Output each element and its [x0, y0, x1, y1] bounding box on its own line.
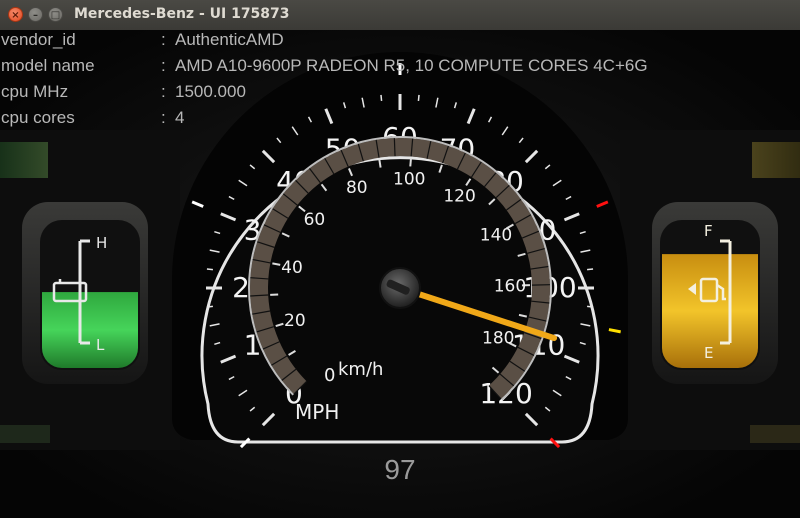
- window-title: Mercedes-Benz - UI 175873: [74, 6, 290, 22]
- cpu-cores-separator: :: [161, 108, 166, 127]
- kmh-label: 120: [443, 187, 475, 207]
- maximize-icon: □: [50, 10, 61, 21]
- kmh-label: 20: [284, 311, 306, 331]
- cpu-cores-key: cpu cores: [1, 108, 75, 127]
- model-name-value: AMD A10-9600P RADEON R5, 10 COMPUTE CORE…: [175, 56, 648, 75]
- kmh-label: 140: [480, 225, 512, 245]
- mph-tick: [206, 268, 213, 271]
- battery-gauge: H L: [22, 202, 148, 384]
- mph-unit-label: MPH: [295, 400, 339, 424]
- instrument-cluster: H L F E 01020304050 60 708090100110120 2…: [0, 30, 800, 518]
- cpu-mhz-value: 1500.000: [175, 82, 246, 101]
- kmh-label: 180: [482, 328, 514, 348]
- minimize-icon: –: [33, 10, 38, 21]
- mph-tick: [206, 305, 213, 308]
- cpu-mhz-key: cpu MHz: [1, 82, 69, 101]
- cpu-cores-value: 4: [175, 108, 185, 127]
- kmh-label: 40: [281, 258, 303, 278]
- close-icon: ×: [11, 10, 20, 21]
- kmh-tick: [378, 159, 382, 168]
- fuel-empty-label: E: [704, 344, 713, 362]
- kmh-label: 60: [304, 210, 326, 230]
- kmh-label: 160: [494, 277, 526, 297]
- kmh-label: 100: [393, 169, 425, 189]
- vendor-id-separator: :: [161, 30, 166, 49]
- close-button[interactable]: ×: [8, 7, 23, 22]
- speed-readout: 97: [384, 454, 416, 485]
- battery-low-label: L: [96, 336, 105, 354]
- battery-high-label: H: [96, 234, 107, 252]
- kmh-unit-label: km/h: [338, 359, 383, 380]
- mph-tick: [587, 305, 594, 308]
- model-name-key: model name: [1, 56, 95, 75]
- title-bar[interactable]: × – □ Mercedes-Benz - UI 175873: [0, 0, 800, 31]
- model-name-separator: :: [161, 56, 166, 75]
- kmh-zero-label: 0: [324, 365, 335, 386]
- minimize-button[interactable]: –: [28, 7, 43, 22]
- kmh-tick: [409, 158, 412, 167]
- vendor-id-key: vendor_id: [1, 30, 76, 49]
- dashboard-view: H L F E 0 10 20 30 40 50 60 70 80 90 100…: [0, 30, 800, 518]
- mph-tick: [417, 94, 420, 101]
- kmh-label: 80: [346, 178, 368, 198]
- kmh-band-divider: [393, 138, 396, 157]
- mph-tick: [587, 268, 594, 271]
- fuel-full-label: F: [704, 222, 713, 240]
- mph-tick: [380, 94, 383, 101]
- cpu-mhz-separator: :: [161, 82, 166, 101]
- vendor-id-value: AuthenticAMD: [175, 30, 284, 49]
- app-window: × – □ Mercedes-Benz - UI 175873 H L F E …: [0, 0, 800, 518]
- fuel-gauge: F E: [652, 202, 778, 384]
- maximize-button[interactable]: □: [48, 7, 63, 22]
